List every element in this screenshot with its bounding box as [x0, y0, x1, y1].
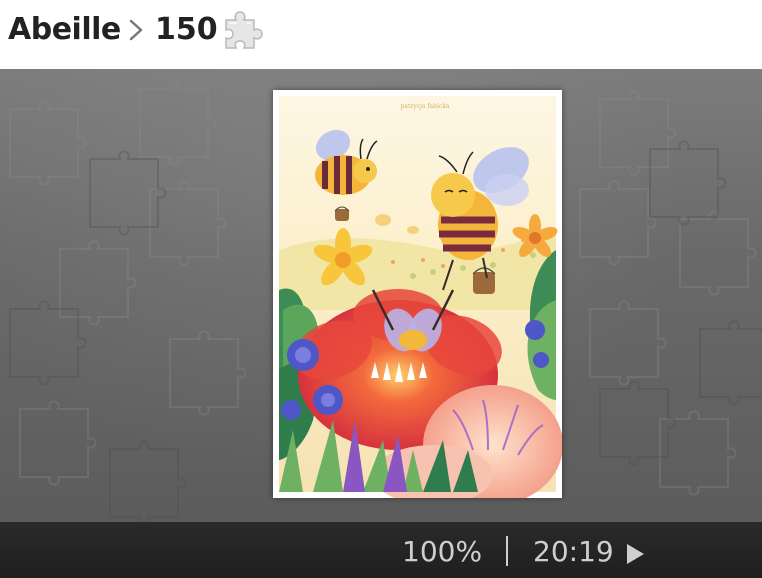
chevron-right-icon	[129, 19, 143, 41]
play-icon[interactable]	[624, 542, 646, 566]
piece-count: 150	[155, 12, 218, 47]
puzzle-artwork[interactable]: patrycja fabicka	[273, 90, 562, 498]
puzzle-title-link[interactable]: Abeille	[8, 10, 121, 50]
status-divider	[506, 536, 508, 566]
elapsed-timer: 20:19	[533, 535, 614, 568]
zoom-level[interactable]: 100%	[402, 534, 482, 570]
artist-signature: patrycja fabicka	[401, 103, 450, 110]
breadcrumb: Abeille 150	[0, 0, 762, 69]
status-bar: 100% 20:19	[0, 522, 762, 578]
puzzle-board[interactable]: patrycja fabicka	[0, 69, 762, 522]
puzzle-piece-icon	[225, 11, 263, 49]
